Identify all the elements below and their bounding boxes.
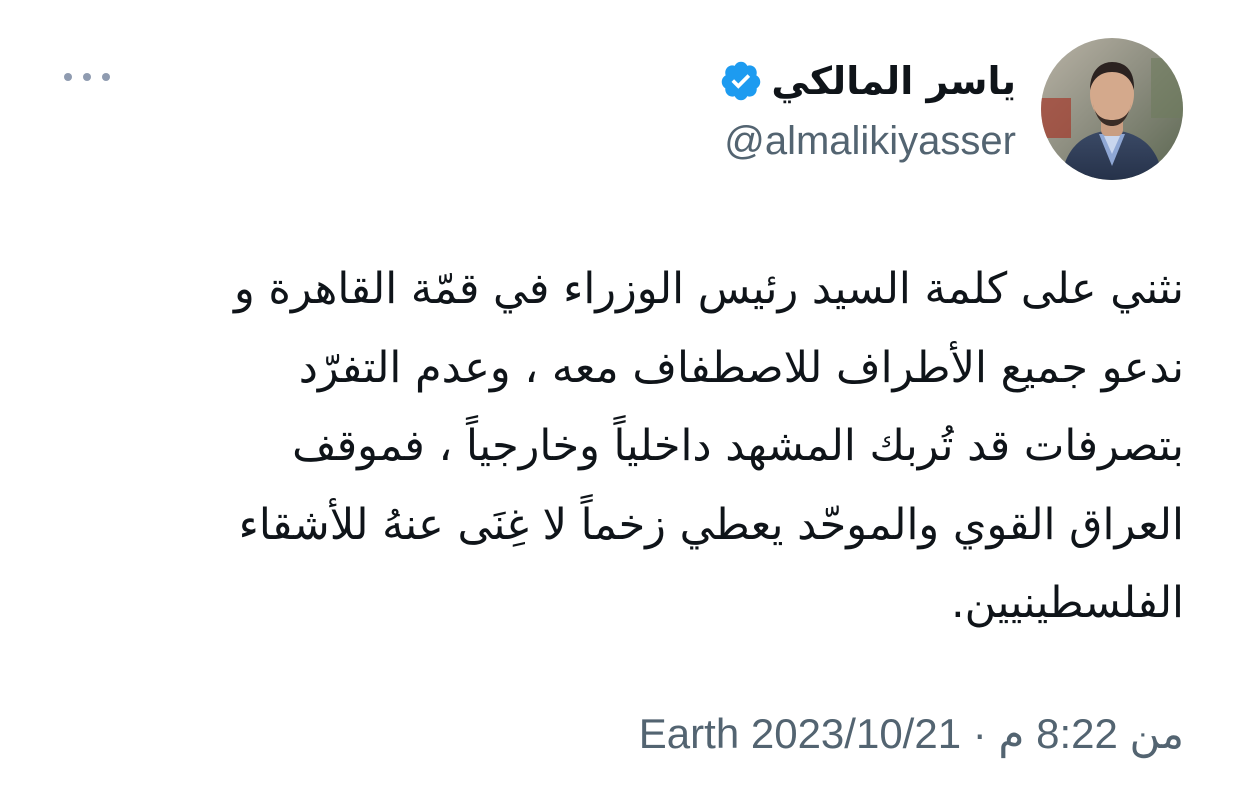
author-name-row[interactable]: ياسر المالكي	[719, 54, 1016, 108]
tweet-card: ياسر المالكي @almalikiyasser نثني على كل…	[0, 0, 1242, 797]
more-options-button[interactable]	[64, 62, 110, 92]
more-dot	[64, 73, 72, 81]
tweet-meta: Earth من 8:22 م · 2023/10/21	[639, 704, 1184, 764]
tweet-time[interactable]: 8:22 م	[998, 710, 1117, 757]
tweet-text-line: الفلسطينيين.	[951, 578, 1184, 628]
tweet-text-line: ندعو جميع الأطراف للاصطفاف معه ، وعدم ال…	[298, 342, 1184, 393]
source-prefix: من	[1129, 710, 1184, 757]
verified-badge-icon	[722, 61, 761, 101]
more-dot	[83, 73, 91, 81]
display-name[interactable]: ياسر المالكي	[771, 54, 1016, 108]
tweet-text-line: العراق القوي والموحّد يعطي زخماً لا غِنَ…	[238, 499, 1184, 550]
tweet-text-line: بتصرفات قد تُربك المشهد داخلياً وخارجياً…	[292, 421, 1184, 471]
more-dot	[102, 73, 110, 81]
author-handle[interactable]: @almalikiyasser	[724, 114, 1016, 168]
avatar-image	[1041, 38, 1183, 180]
tweet-date[interactable]: 2023/10/21	[751, 710, 961, 757]
tweet-source[interactable]: Earth	[639, 710, 739, 757]
tweet-text-line: نثني على كلمة السيد رئيس الوزراء في قمّة…	[233, 264, 1184, 314]
avatar[interactable]	[1041, 38, 1183, 180]
tweet-text: نثني على كلمة السيد رئيس الوزراء في قمّة…	[94, 250, 1184, 643]
meta-separator: ·	[972, 710, 987, 757]
